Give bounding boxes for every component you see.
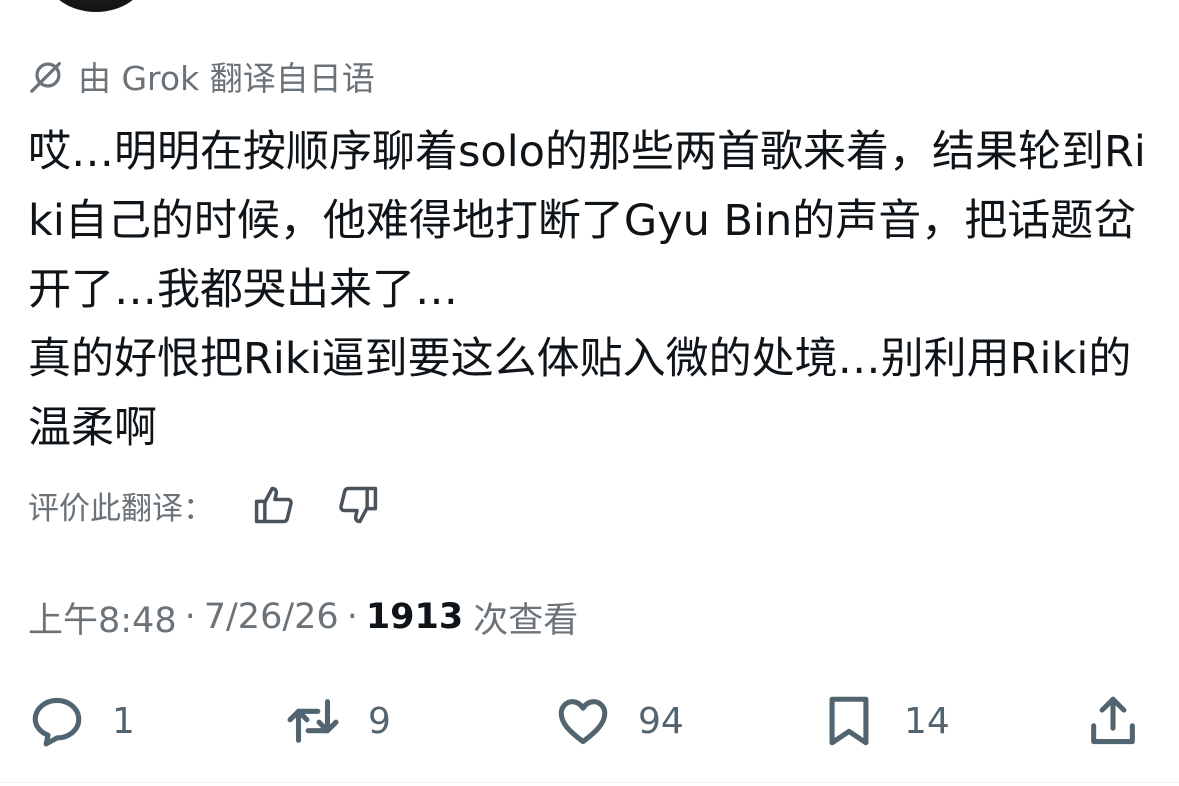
like-button[interactable]: 94 bbox=[554, 686, 684, 756]
meta-separator: · bbox=[184, 597, 196, 637]
thumbs-down-button[interactable] bbox=[334, 481, 382, 529]
translated-by-label: 由 Grok 翻译自日语 bbox=[78, 59, 375, 98]
rate-translation-label: 评价此翻译： bbox=[28, 490, 214, 527]
author-avatar[interactable] bbox=[44, 0, 148, 12]
share-icon bbox=[1091, 696, 1135, 745]
reply-icon bbox=[32, 697, 82, 747]
grok-icon bbox=[28, 57, 66, 95]
rate-translation: 评价此翻译： bbox=[28, 480, 382, 530]
heart-icon bbox=[558, 699, 608, 745]
views-label: 次查看 bbox=[473, 600, 579, 641]
thumbs-up-icon bbox=[254, 486, 293, 524]
bookmark-button[interactable]: 14 bbox=[820, 686, 950, 756]
thumbs-up-button[interactable] bbox=[250, 481, 298, 529]
repost-icon bbox=[287, 699, 339, 743]
tweet-time[interactable]: 上午8:48 bbox=[28, 592, 177, 643]
reply-count: 1 bbox=[112, 700, 135, 742]
translated-by-grok: 由 Grok 翻译自日语 bbox=[28, 52, 375, 100]
divider bbox=[0, 782, 1179, 783]
thumbs-down-icon bbox=[339, 486, 378, 524]
reply-button[interactable]: 1 bbox=[28, 686, 135, 756]
tweet-date[interactable]: 7/26/26 bbox=[204, 597, 339, 637]
bookmark-icon bbox=[829, 696, 869, 746]
repost-button[interactable]: 9 bbox=[284, 686, 391, 756]
tweet-meta: 上午8:48 · 7/26/26 · 1913 次查看 bbox=[28, 590, 578, 644]
repost-count: 9 bbox=[368, 700, 391, 742]
views-count[interactable]: 1913 bbox=[366, 597, 463, 637]
meta-separator: · bbox=[346, 597, 358, 637]
like-count: 94 bbox=[638, 700, 684, 742]
bookmark-count: 14 bbox=[904, 700, 950, 742]
tweet-action-bar: 1 9 94 14 bbox=[0, 686, 1179, 756]
share-button[interactable] bbox=[1084, 686, 1142, 756]
tweet-text: 哎…明明在按顺序聊着solo的那些两首歌来着，结果轮到Riki自己的时候，他难得… bbox=[28, 127, 1146, 453]
